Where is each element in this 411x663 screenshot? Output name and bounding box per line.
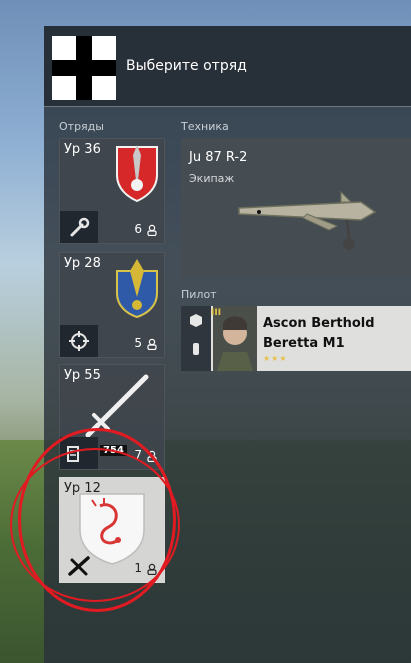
vehicle-card[interactable]: Ju 87 R-2 Экипаж bbox=[181, 138, 411, 278]
squad-count: 6 bbox=[134, 222, 142, 236]
squad-level: Ур 28 bbox=[64, 256, 101, 271]
trieste-shield-icon bbox=[116, 145, 158, 203]
pilot-name-line1: Ascon Berthold bbox=[263, 316, 375, 331]
page-title: Выберите отряд bbox=[126, 58, 247, 74]
person-icon bbox=[147, 224, 157, 236]
vehicle-subtitle: Экипаж bbox=[189, 172, 235, 185]
rank-badge: III bbox=[211, 308, 222, 318]
squads-label: Отряды bbox=[59, 120, 104, 133]
person-icon bbox=[147, 338, 157, 350]
vehicle-label: Техника bbox=[181, 120, 229, 133]
pilot-name-line2: Beretta M1 bbox=[263, 336, 345, 351]
pistoia-shield-icon bbox=[116, 259, 158, 319]
crosshair-icon bbox=[69, 331, 89, 351]
ammo-icon bbox=[193, 343, 199, 355]
red-highlight-circle bbox=[10, 448, 180, 602]
squad-role-box bbox=[60, 211, 98, 243]
pilot-stars: ★★★ bbox=[263, 354, 288, 363]
squad-card-1[interactable]: Ур 36 6 bbox=[59, 138, 165, 244]
vehicle-name: Ju 87 R-2 bbox=[189, 150, 248, 165]
wrench-icon bbox=[70, 217, 90, 237]
pilot-label: Пилот bbox=[181, 288, 217, 301]
squad-card-2[interactable]: Ур 28 5 bbox=[59, 252, 165, 358]
pilot-card[interactable]: III Ascon Berthold Beretta M1 ★★★ bbox=[181, 306, 411, 371]
squad-count: 5 bbox=[134, 336, 142, 350]
aircraft-icon bbox=[238, 190, 377, 250]
balkenkreuz-icon bbox=[52, 36, 116, 100]
squad-role-box bbox=[60, 325, 98, 357]
squad-level: Ур 36 bbox=[64, 142, 101, 157]
pilot-name: Ascon Berthold Beretta M1 bbox=[263, 314, 375, 354]
pilot-rank-column bbox=[181, 306, 211, 371]
rank-icon bbox=[190, 314, 202, 327]
